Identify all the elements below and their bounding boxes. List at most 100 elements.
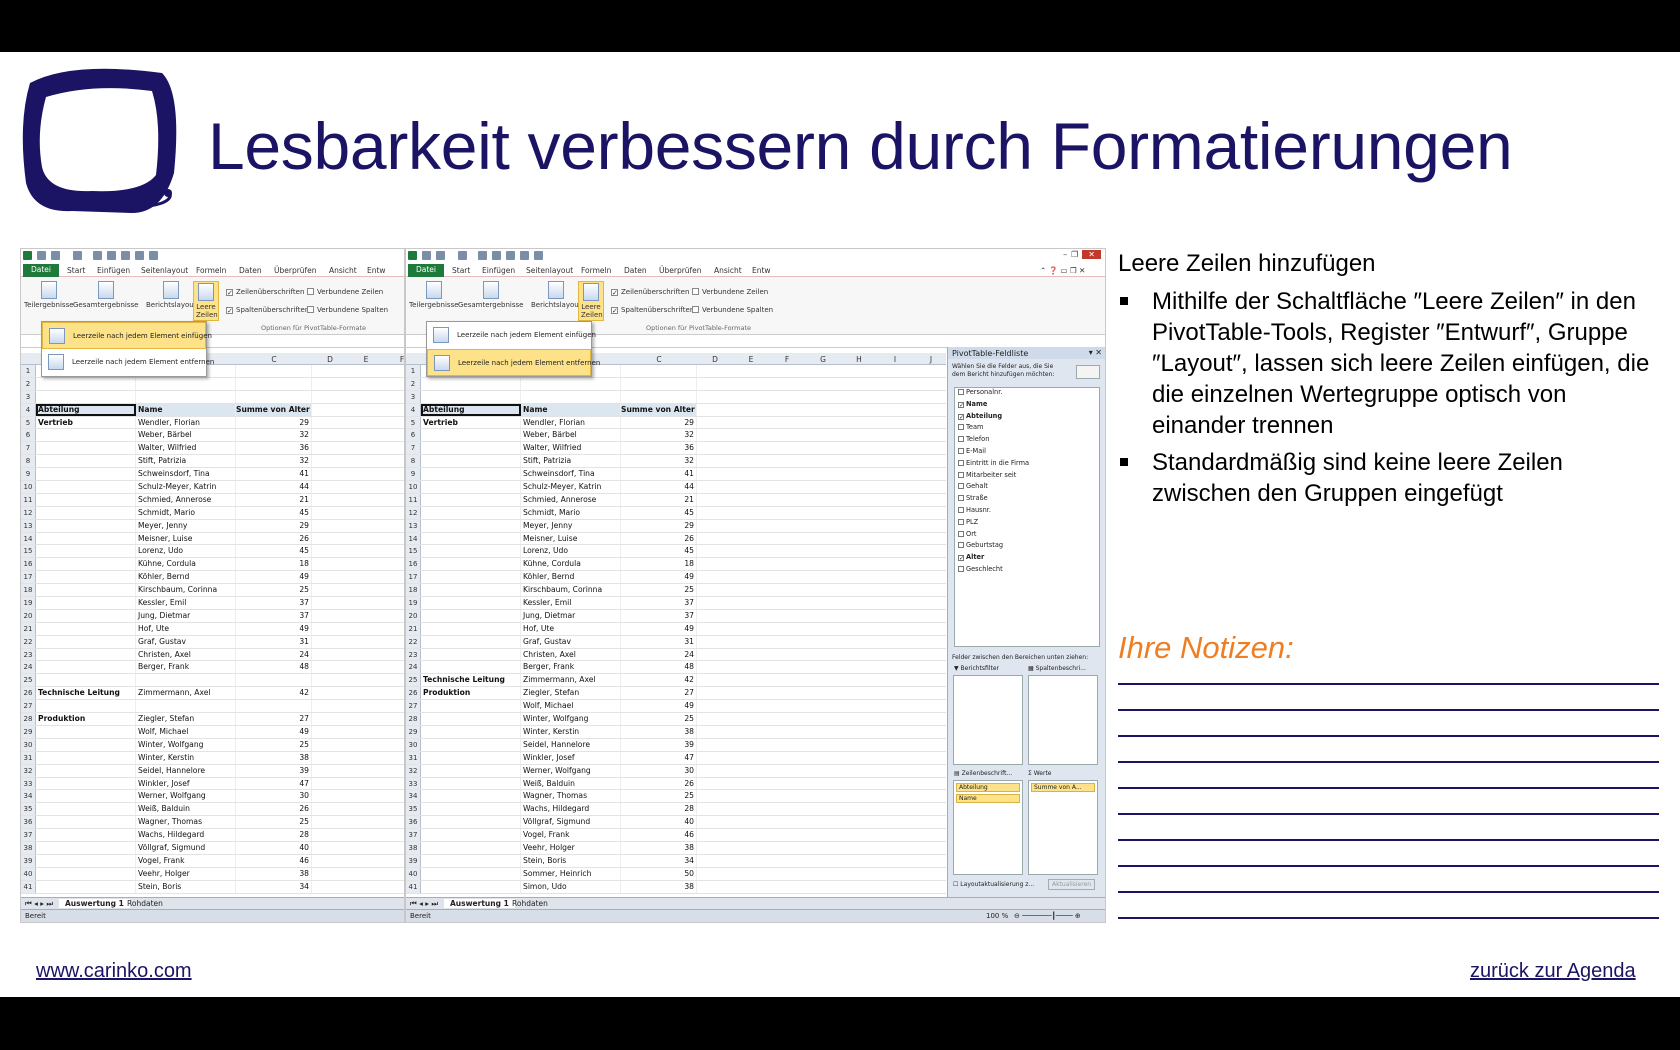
cell-abteilung[interactable] — [421, 558, 521, 571]
row-number[interactable]: 9 — [21, 468, 36, 481]
teilergebnisse-button[interactable]: Teilergebnisse — [24, 281, 74, 309]
field-item[interactable]: Hausnr. — [955, 506, 1099, 518]
cell-summe-alter[interactable]: 29 — [236, 519, 312, 532]
cell-name[interactable]: Vogel, Frank — [521, 829, 621, 841]
cell-name[interactable]: Meisner, Luise — [521, 532, 621, 545]
row-number[interactable]: 41 — [21, 880, 36, 893]
row-number[interactable]: 7 — [21, 442, 36, 455]
tab-daten[interactable]: Daten — [239, 266, 262, 275]
cell-summe-alter[interactable]: 25 — [621, 790, 697, 803]
row-number[interactable]: 13 — [21, 519, 36, 532]
cell-name[interactable] — [136, 700, 236, 713]
berichtslayout-button[interactable]: Berichtslayout — [146, 281, 196, 309]
cell-summe-alter[interactable]: 41 — [621, 468, 697, 481]
cell-name[interactable]: Stein, Boris — [136, 880, 236, 893]
cell-summe-alter[interactable]: 39 — [621, 738, 697, 751]
cell-summe-alter[interactable]: 31 — [621, 635, 697, 648]
cell-summe-alter[interactable]: 26 — [236, 532, 312, 545]
checkbox-icon[interactable] — [958, 471, 964, 478]
checkbox-icon[interactable] — [958, 495, 964, 502]
zeilen-area[interactable]: Abteilung Name — [953, 780, 1023, 875]
spaltenueberschriften-checkbox[interactable]: ✓ Spaltenüberschriften — [611, 306, 694, 315]
preview-icon[interactable] — [107, 251, 116, 260]
cell-name[interactable]: Werner, Wolfgang — [521, 764, 621, 777]
field-item[interactable]: Geburtstag — [955, 541, 1099, 553]
column-header[interactable]: I — [877, 355, 913, 364]
cell-abteilung[interactable] — [36, 635, 136, 648]
cell-name[interactable]: Weber, Bärbel — [136, 429, 236, 442]
cell-abteilung[interactable] — [421, 455, 521, 468]
cell-summe-alter[interactable]: 24 — [236, 648, 312, 661]
row-number[interactable]: 24 — [406, 661, 421, 674]
row-number[interactable]: 12 — [21, 506, 36, 519]
cell-summe-alter[interactable]: 30 — [621, 764, 697, 777]
tab-daten[interactable]: Daten — [624, 266, 647, 275]
cell-name[interactable]: Seidel, Hannelore — [521, 738, 621, 751]
cell-summe-alter[interactable]: 29 — [621, 519, 697, 532]
checkbox-icon[interactable] — [958, 530, 964, 537]
cell-abteilung[interactable] — [36, 751, 136, 764]
row-number[interactable]: 5 — [21, 416, 36, 429]
cell-name[interactable]: Wolf, Michael — [136, 725, 236, 738]
field-item[interactable]: ✓ Alter — [955, 553, 1099, 565]
cell-name[interactable] — [136, 674, 236, 687]
row-number[interactable]: 24 — [21, 661, 36, 674]
tab-start[interactable]: Start — [67, 266, 85, 275]
cell-name[interactable]: Köhler, Bernd — [136, 571, 236, 584]
row-number[interactable]: 18 — [21, 584, 36, 597]
print-icon[interactable] — [478, 251, 487, 260]
cell-summe-alter[interactable]: 38 — [236, 867, 312, 880]
cell-summe-alter[interactable]: 27 — [236, 713, 312, 725]
cell-abteilung[interactable]: Vertrieb — [36, 416, 136, 429]
cell-name[interactable]: Wendler, Florian — [521, 416, 621, 429]
cell-abteilung[interactable] — [421, 880, 521, 893]
row-number[interactable]: 31 — [406, 751, 421, 764]
row-number[interactable]: 33 — [406, 777, 421, 790]
tab-formeln[interactable]: Formeln — [581, 266, 611, 275]
cell-name[interactable]: Lorenz, Udo — [136, 545, 236, 558]
cell-abteilung[interactable] — [36, 648, 136, 661]
column-header[interactable]: C — [621, 355, 697, 364]
cell-name[interactable] — [136, 377, 236, 390]
cell-summe-alter[interactable]: 18 — [621, 558, 697, 571]
cell-abteilung[interactable] — [36, 545, 136, 558]
cell-summe-alter[interactable]: 31 — [236, 635, 312, 648]
cell-summe-alter[interactable]: 45 — [621, 545, 697, 558]
cell-name[interactable]: Schulz-Meyer, Katrin — [521, 481, 621, 493]
row-number[interactable]: 37 — [406, 829, 421, 841]
cell-summe-alter[interactable]: 38 — [621, 841, 697, 854]
cell-summe-alter[interactable]: 37 — [236, 597, 312, 609]
tab-seitenlayout[interactable]: Seitenlayout — [141, 266, 188, 275]
tab-datei[interactable]: Datei — [23, 264, 60, 277]
cell-name[interactable]: Winter, Wolfgang — [521, 713, 621, 725]
cell-name[interactable]: Wachs, Hildegard — [136, 829, 236, 841]
cell-summe-alter[interactable] — [621, 377, 697, 390]
row-number[interactable]: 20 — [406, 609, 421, 622]
row-number[interactable]: 3 — [21, 390, 36, 403]
row-number[interactable]: 21 — [21, 622, 36, 635]
cell-summe-alter[interactable]: 32 — [236, 429, 312, 442]
cell-name[interactable]: Ziegler, Stefan — [136, 713, 236, 725]
tab-ueberpruefen[interactable]: Überprüfen — [659, 266, 702, 275]
row-number[interactable]: 22 — [21, 635, 36, 648]
row-number[interactable]: 7 — [406, 442, 421, 455]
cell-name[interactable]: Meyer, Jenny — [136, 519, 236, 532]
checkbox-icon[interactable] — [958, 483, 964, 490]
cell-name[interactable]: Winkler, Josef — [521, 751, 621, 764]
cell-summe-alter[interactable]: 25 — [236, 816, 312, 829]
sheet-nav-icon[interactable]: ⏮ ◂ ▸ ⏭ — [410, 899, 438, 909]
cell-name[interactable]: Stein, Boris — [521, 854, 621, 867]
checkbox-icon[interactable] — [958, 518, 964, 525]
close-icon[interactable]: ✕ — [1082, 250, 1101, 259]
column-header[interactable]: F — [384, 355, 404, 364]
row-number[interactable]: 33 — [21, 777, 36, 790]
cell-summe-alter[interactable]: 45 — [621, 506, 697, 519]
row-number[interactable]: 37 — [21, 829, 36, 841]
row-number[interactable]: 1 — [21, 365, 36, 377]
cell-abteilung[interactable] — [36, 725, 136, 738]
cell-name[interactable] — [521, 390, 621, 403]
cell-name[interactable]: Stift, Patrizia — [521, 455, 621, 468]
cell-summe-alter[interactable] — [621, 365, 697, 377]
cell-summe-alter[interactable]: 39 — [236, 764, 312, 777]
cell-abteilung[interactable] — [36, 829, 136, 841]
